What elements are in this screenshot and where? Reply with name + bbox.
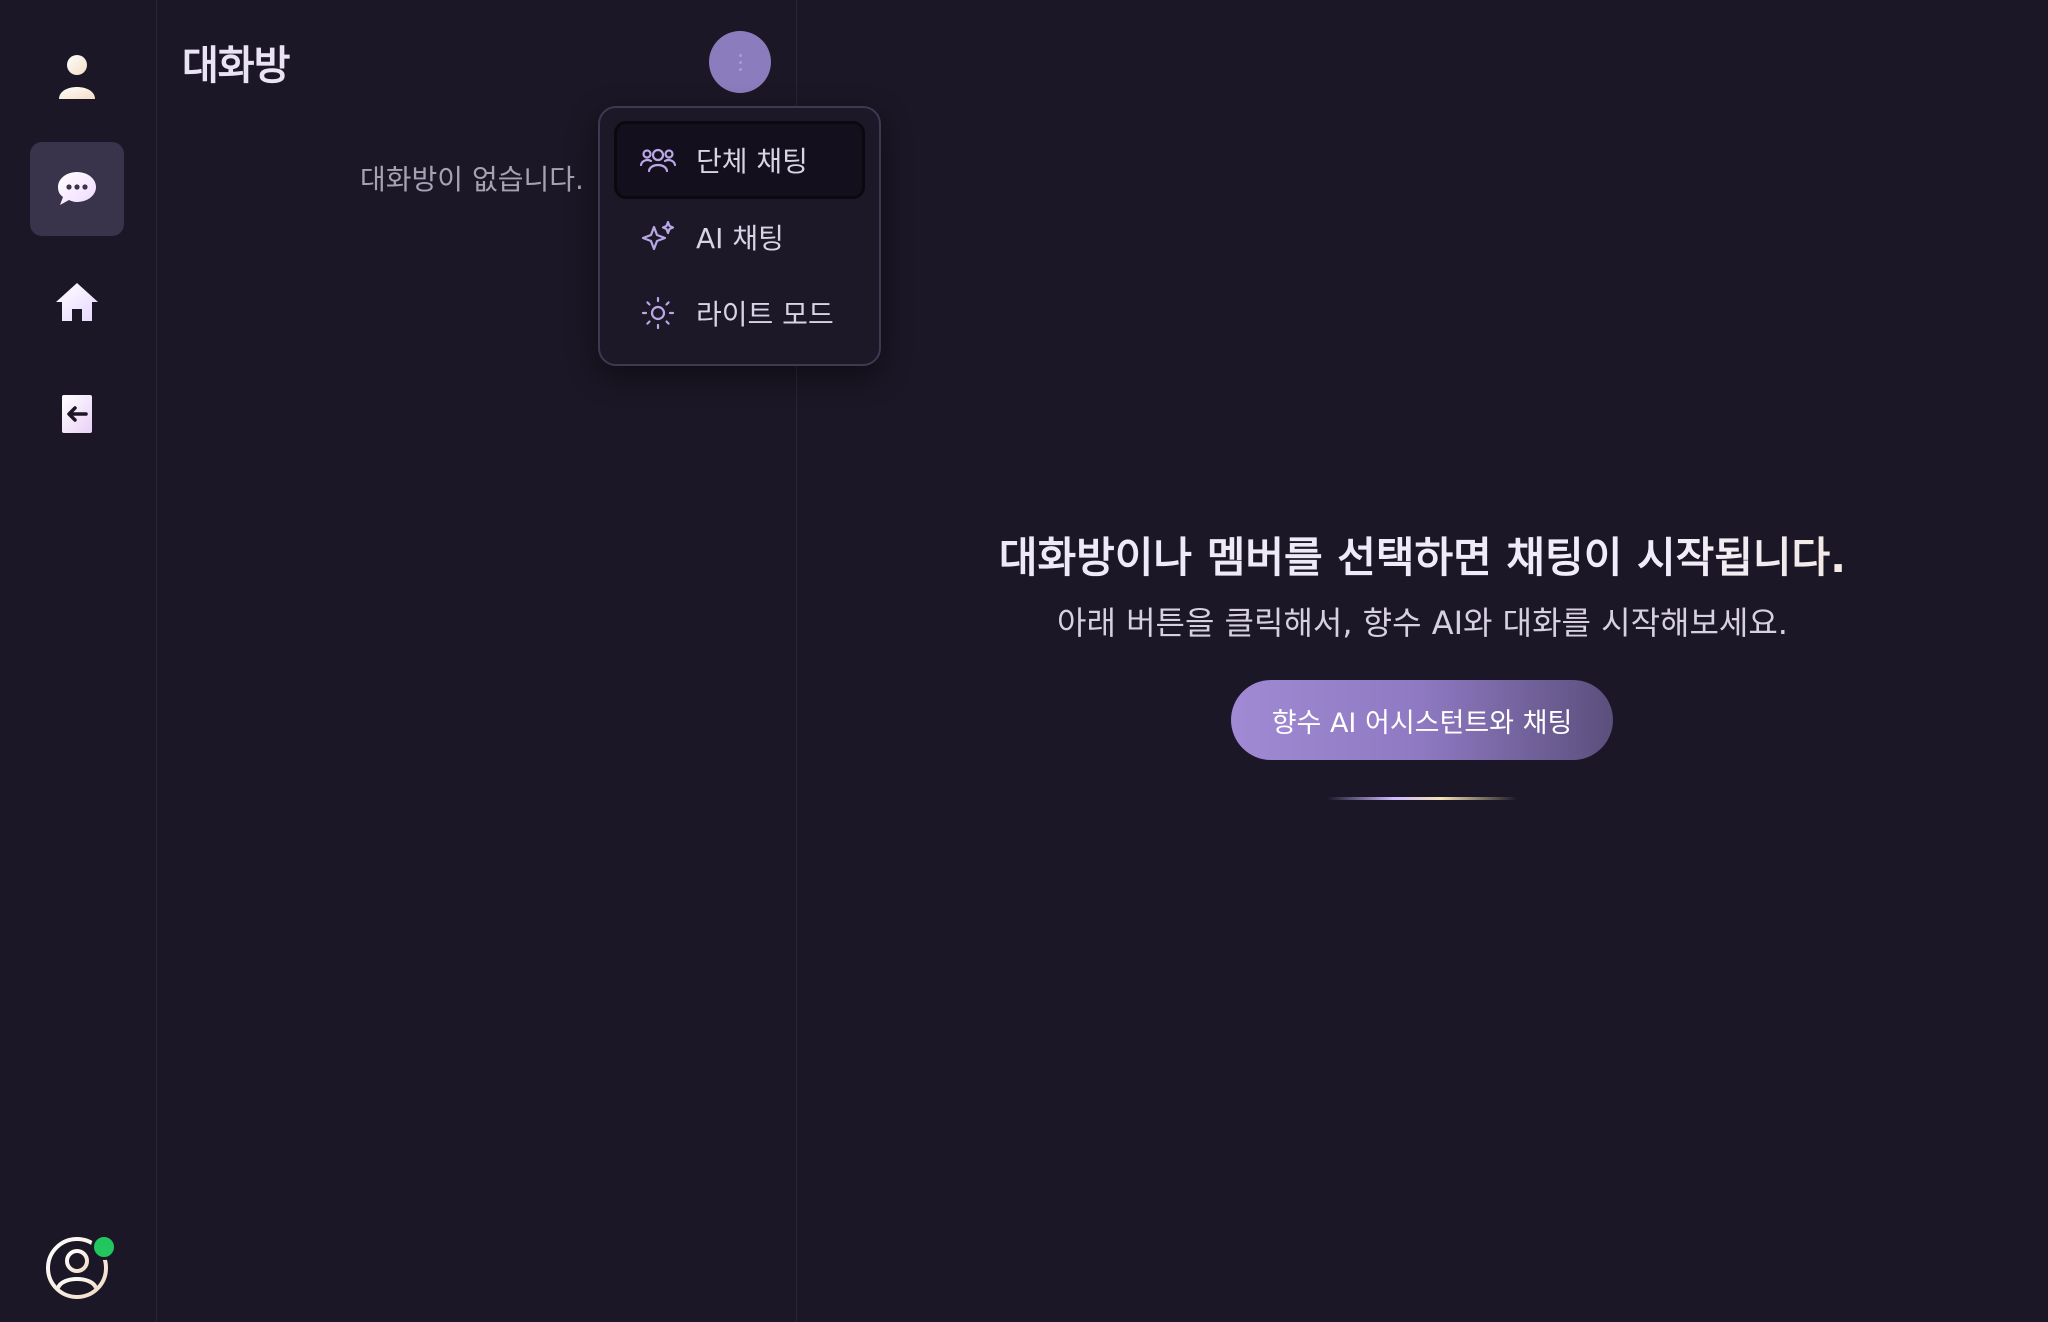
more-vertical-icon <box>738 53 742 71</box>
online-status-dot <box>91 1234 117 1260</box>
user-icon <box>57 53 97 101</box>
group-users-icon <box>638 140 678 180</box>
home-icon <box>54 281 100 323</box>
menu-item-label: 단체 채팅 <box>696 145 808 178</box>
rail-item-logout[interactable] <box>30 367 124 461</box>
chat-main-area: 대화방이나 멤버를 선택하면 채팅이 시작됩니다. 아래 버튼을 클릭해서, 향… <box>797 0 2048 1322</box>
page-title: 대화방 <box>182 43 290 89</box>
rail-item-profile[interactable] <box>30 30 124 124</box>
account-avatar[interactable] <box>44 1234 117 1303</box>
sun-icon <box>638 293 678 333</box>
empty-state-subheading: 아래 버튼을 클릭해서, 향수 AI와 대화를 시작해보세요. <box>1057 604 1788 642</box>
empty-room-list-text: 대화방이 없습니다. <box>360 163 584 196</box>
sparkle-icon <box>638 217 678 257</box>
rail-item-chat[interactable] <box>30 142 124 236</box>
decorative-glow-line <box>1327 797 1517 800</box>
logout-icon <box>60 394 94 434</box>
icon-rail <box>0 0 157 1322</box>
menu-item-label: AI 채팅 <box>696 222 784 255</box>
more-options-button[interactable] <box>709 31 771 93</box>
chat-bubble-icon <box>56 169 98 209</box>
chat-with-ai-assistant-button[interactable]: 향수 AI 어시스턴트와 채팅 <box>1231 680 1613 760</box>
empty-state-heading: 대화방이나 멤버를 선택하면 채팅이 시작됩니다. <box>797 524 2048 585</box>
rail-item-home[interactable] <box>30 255 124 349</box>
